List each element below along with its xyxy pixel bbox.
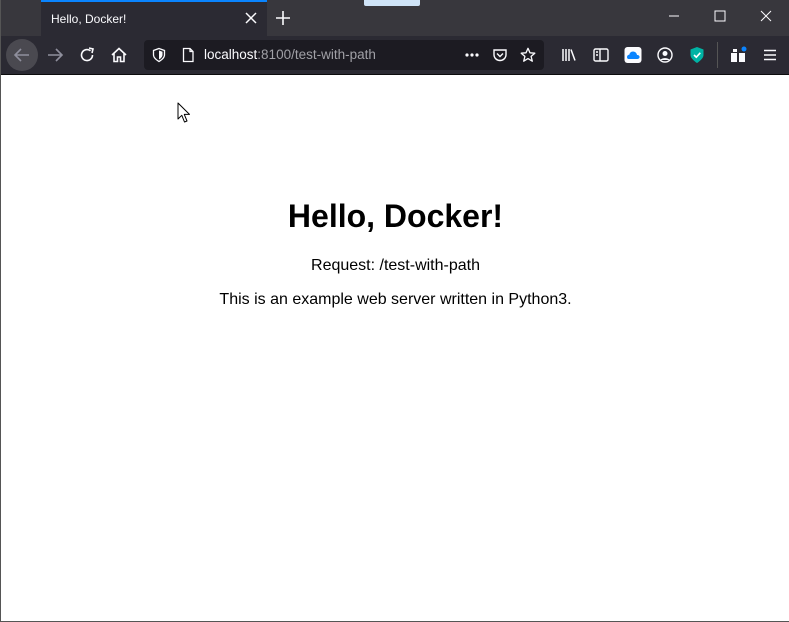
url-host: localhost <box>204 47 258 62</box>
page-content: Hello, Docker! Request: /test-with-path … <box>2 75 789 621</box>
toolbar-separator <box>717 42 718 68</box>
back-arrow-icon[interactable] <box>6 39 38 71</box>
hamburger-menu-icon[interactable] <box>761 46 779 64</box>
url-path: :8100/test-with-path <box>257 47 376 62</box>
home-icon[interactable] <box>103 39 135 71</box>
page-heading: Hello, Docker! <box>287 198 504 234</box>
library-icon[interactable] <box>560 46 578 64</box>
url-text[interactable]: localhost:8100/test-with-path <box>204 47 376 62</box>
close-window-icon[interactable] <box>743 0 789 32</box>
page-actions-menu-icon[interactable] <box>464 47 480 63</box>
window-drag-indicator <box>364 0 420 6</box>
page-info-icon[interactable] <box>180 47 196 63</box>
new-tab-icon[interactable] <box>273 8 293 28</box>
reload-icon[interactable] <box>71 39 103 71</box>
tab-title: Hello, Docker! <box>51 12 127 26</box>
mouse-cursor-icon <box>177 102 191 124</box>
description-text: This is an example web server written in… <box>219 291 572 308</box>
cloud-icon[interactable] <box>624 46 642 64</box>
minimize-icon[interactable] <box>651 0 697 32</box>
request-path-text: Request: /test-with-path <box>311 257 480 274</box>
navigation-toolbar: localhost:8100/test-with-path <box>1 36 789 75</box>
tracking-protection-shield-icon[interactable] <box>151 47 167 63</box>
sidebar-icon[interactable] <box>592 46 610 64</box>
maximize-icon[interactable] <box>697 0 743 32</box>
bookmark-star-icon[interactable] <box>520 47 536 63</box>
url-bar[interactable]: localhost:8100/test-with-path <box>144 40 544 70</box>
tab-active[interactable]: Hello, Docker! <box>41 0 267 36</box>
forward-arrow-icon[interactable] <box>39 39 71 71</box>
account-icon[interactable] <box>656 46 674 64</box>
extensions-puzzle-icon[interactable] <box>729 46 747 64</box>
tab-strip: Hello, Docker! <box>1 0 789 36</box>
vpn-shield-icon[interactable] <box>688 46 706 64</box>
pocket-icon[interactable] <box>492 47 508 63</box>
browser-window: Hello, Docker! localhost:8100/test-with-… <box>0 0 789 622</box>
close-tab-icon[interactable] <box>243 10 259 26</box>
